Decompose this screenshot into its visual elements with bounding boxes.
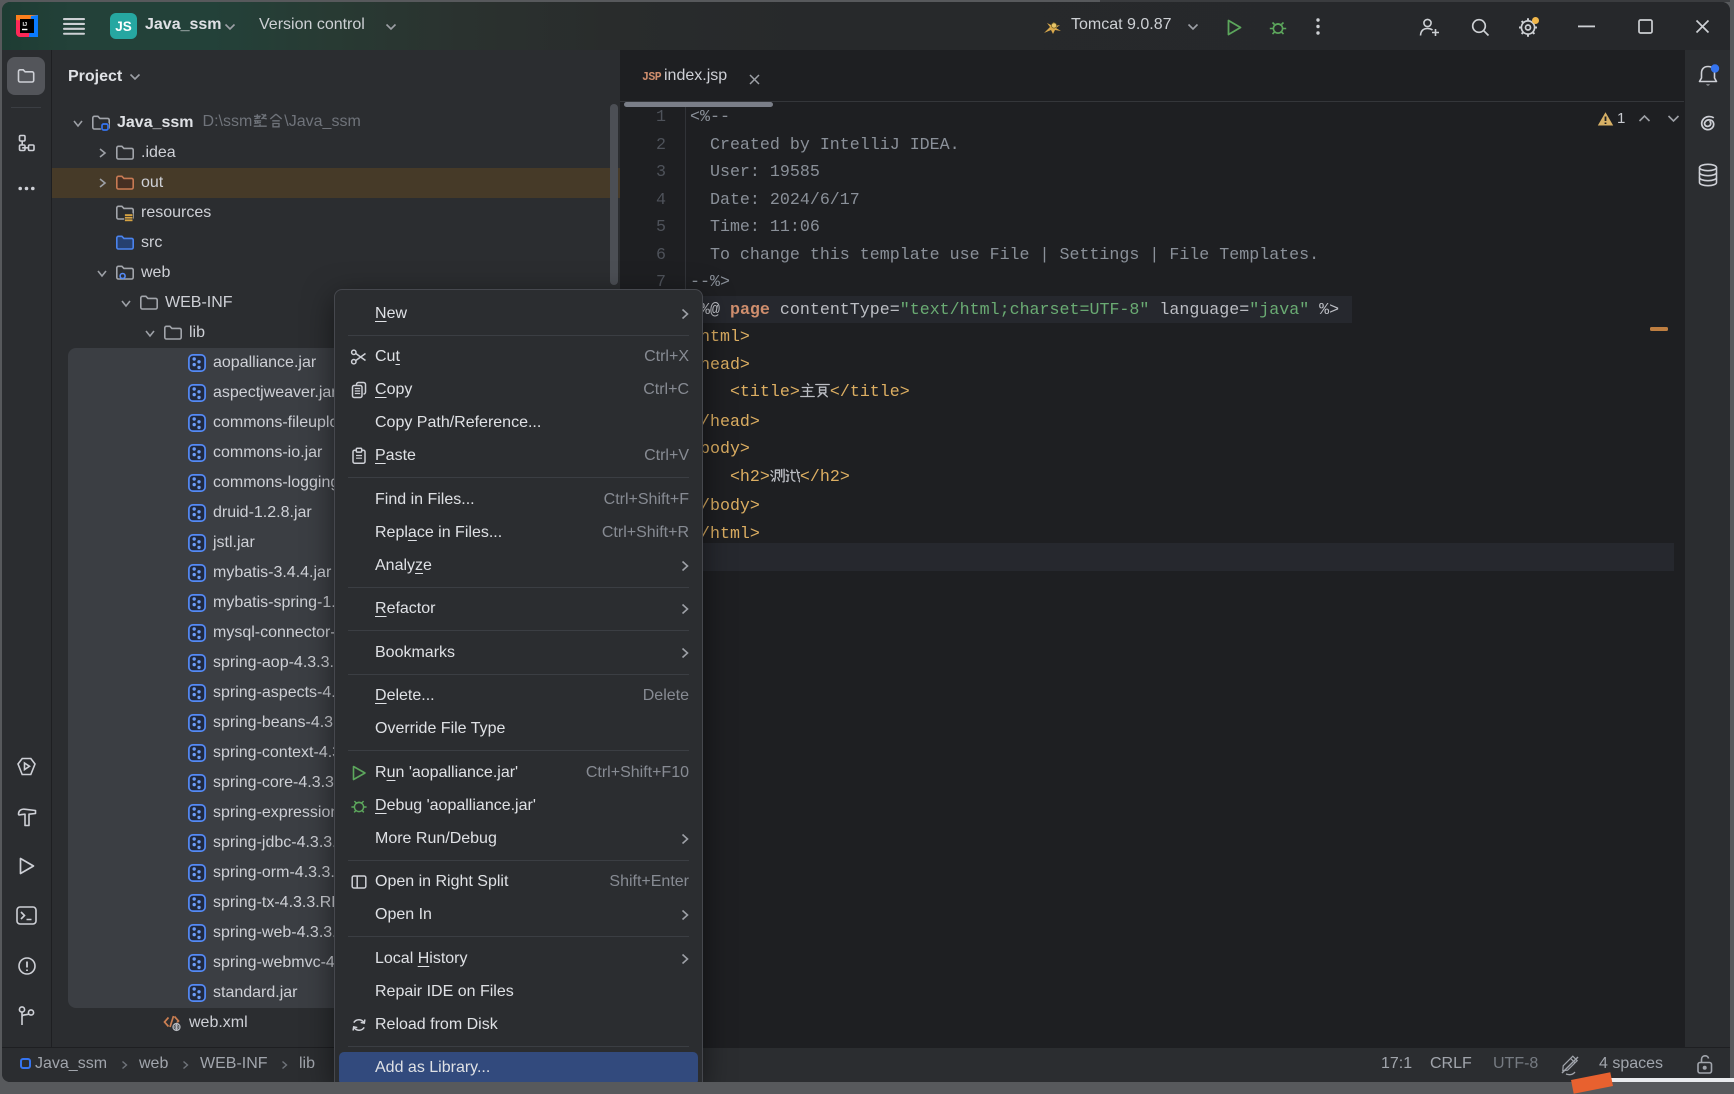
- svg-text:IJ: IJ: [23, 22, 28, 28]
